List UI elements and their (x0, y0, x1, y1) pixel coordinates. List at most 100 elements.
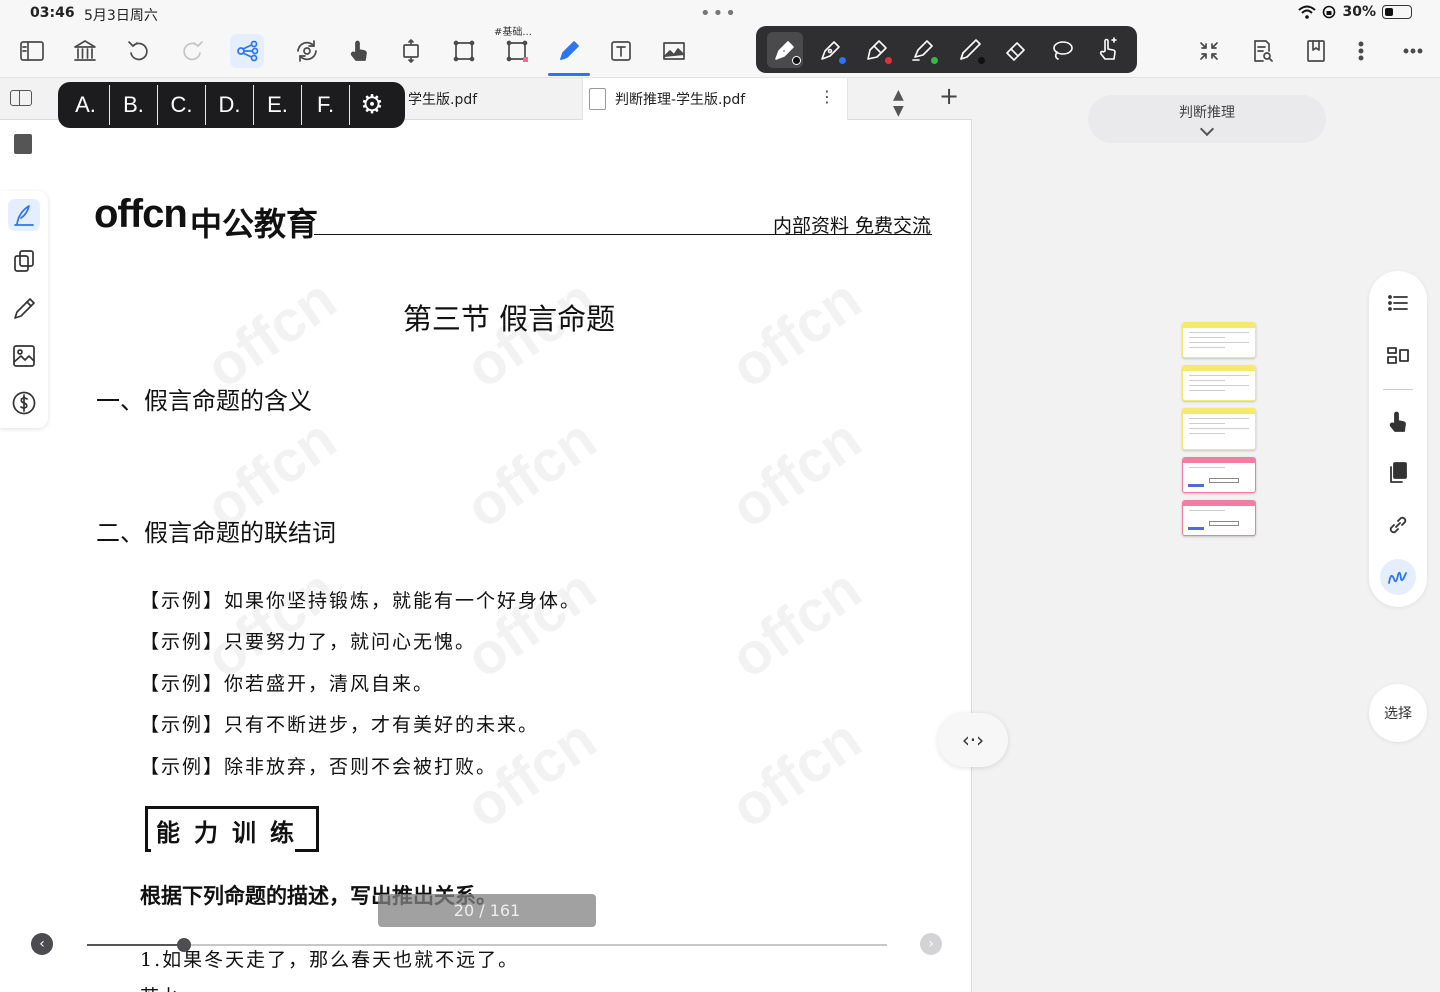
gear-icon[interactable]: ⚙ (350, 85, 394, 125)
mindmap-card-list (1182, 322, 1256, 543)
layout-icon[interactable] (1382, 340, 1414, 372)
status-time: 03:46 (30, 5, 75, 21)
undo-icon[interactable] (122, 34, 156, 68)
tab-label: 判断推理-学生版.pdf (615, 92, 746, 108)
pen-color-dot (885, 56, 893, 64)
watermark-text: offcn (719, 406, 873, 541)
duplicate-icon[interactable] (1382, 457, 1414, 489)
document-icon (589, 88, 606, 110)
pencil-tool-icon[interactable] (8, 293, 40, 325)
chevron-down-icon (1199, 121, 1215, 137)
status-bar: 03:46 5月3日周六 ••• 30% (0, 0, 1440, 26)
status-date: 5月3日周六 (84, 8, 158, 24)
header-note: 内部资料 免费交流 (772, 215, 931, 237)
outline-selector[interactable]: 判断推理 (1088, 95, 1326, 143)
pane-divider-handle[interactable]: ‹·› (938, 713, 1008, 767)
eraser-icon[interactable] (998, 32, 1034, 68)
wifi-icon (1298, 5, 1317, 19)
tab-judgment-pdf[interactable]: 判断推理-学生版.pdf ⋮ (582, 78, 848, 120)
vertical-more-icon[interactable] (1344, 34, 1378, 68)
multitask-dots-icon[interactable]: ••• (700, 3, 738, 24)
dollar-icon[interactable] (8, 387, 40, 419)
watermark-text: offcn (454, 406, 608, 541)
tab-label: 学生版.pdf (408, 92, 478, 108)
highlighter-icon[interactable] (905, 32, 941, 68)
answer-letter-bar: A. B. C. D. E. F. ⚙ (58, 82, 405, 128)
pdf-page[interactable]: offcn offcn offcn offcn offcn offcn offcn offcn… (0, 120, 972, 992)
page-slider-thumb[interactable] (177, 938, 191, 952)
letter-f-button[interactable]: F. (302, 85, 350, 125)
pen-style-icon[interactable] (8, 199, 40, 231)
training-label: 能力训练 (156, 818, 308, 847)
horizontal-more-icon[interactable] (1396, 34, 1430, 68)
rect-select-icon[interactable] (500, 34, 534, 68)
fountain-pen-icon[interactable] (767, 31, 804, 68)
mindmap-card[interactable] (1182, 408, 1256, 450)
mindmap-card[interactable] (1182, 365, 1256, 401)
exercise-item: 1.如果冬天走了，那么春天也就不远了。 (140, 949, 520, 971)
brand-name: 中公教育 (190, 205, 319, 243)
library-icon[interactable] (68, 34, 102, 68)
insert-image-icon[interactable] (8, 340, 40, 372)
collapse-icon[interactable] (1192, 34, 1226, 68)
pencil-icon[interactable] (952, 32, 988, 68)
link-icon[interactable] (1382, 509, 1414, 541)
sync-icon[interactable] (290, 34, 324, 68)
letter-a-button[interactable]: A. (62, 85, 110, 125)
pen-color-dot (931, 56, 939, 64)
hand-icon[interactable] (342, 34, 376, 68)
example-line: 【示例】你若盛开，清风自来。 (140, 673, 435, 695)
lasso-icon[interactable] (1044, 32, 1080, 68)
copy-pages-icon[interactable] (8, 245, 40, 277)
letter-b-button[interactable]: B. (110, 85, 158, 125)
hand-tool-icon[interactable] (1382, 406, 1414, 438)
tab-more-icon[interactable]: ⋮ (819, 87, 835, 106)
touch-draw-icon[interactable] (1090, 32, 1126, 68)
letter-e-button[interactable]: E. (254, 85, 302, 125)
crop-icon[interactable] (447, 34, 481, 68)
mindmap-icon[interactable] (230, 34, 264, 68)
selection-label: #基础... (494, 27, 532, 38)
example-line: 【示例】如果你坚持锻炼，就能有一个好身体。 (140, 590, 582, 612)
sidebar-toggle-icon[interactable] (15, 34, 49, 68)
heading-connectives: 二、假言命题的联结词 (96, 519, 336, 547)
watermark-text: offcn (719, 556, 873, 691)
letter-d-button[interactable]: D. (206, 85, 254, 125)
freehand-icon[interactable] (1380, 559, 1416, 595)
pen-tool-icon[interactable] (813, 32, 849, 68)
bookmark-icon[interactable] (1299, 34, 1333, 68)
image-icon[interactable] (657, 34, 691, 68)
battery-icon (1382, 5, 1412, 19)
list-icon[interactable] (1382, 287, 1414, 319)
pen-color-dot (977, 56, 985, 64)
mindmap-card[interactable] (1182, 500, 1256, 536)
example-line: 【示例】除非放弃，否则不会被打败。 (140, 756, 498, 778)
next-page-button[interactable]: › (920, 933, 942, 955)
heading-meaning: 一、假言命题的含义 (96, 387, 312, 415)
letter-c-button[interactable]: C. (158, 85, 206, 125)
scroll-mode-icon[interactable] (394, 34, 428, 68)
main-toolbar: #基础... (0, 26, 1440, 78)
redo-icon[interactable] (175, 34, 209, 68)
search-doc-icon[interactable] (1245, 34, 1279, 68)
split-view-icon[interactable] (10, 90, 32, 106)
previous-page-button[interactable]: ‹ (31, 933, 53, 955)
app-window: 03:46 5月3日周六 ••• 30% #基础... 学生版.pdf 判断推理… (0, 0, 1440, 992)
watermark-text: offcn (719, 706, 873, 841)
example-line: 【示例】只要努力了，就问心无愧。 (140, 631, 477, 653)
right-tool-rail (1369, 271, 1427, 607)
mindmap-card[interactable] (1182, 457, 1256, 493)
brush-pen-icon[interactable] (859, 32, 895, 68)
mindmap-card[interactable] (1182, 322, 1256, 358)
add-tab-button[interactable]: + (939, 82, 959, 110)
notebook-icon[interactable] (14, 134, 32, 154)
tab-sort-icon[interactable]: ▲ ▼ (893, 87, 904, 119)
select-button[interactable]: 选择 (1369, 684, 1427, 742)
watermark-text: offcn (454, 556, 608, 691)
text-box-icon[interactable] (604, 34, 638, 68)
pen-icon[interactable] (552, 34, 586, 68)
status-indicators: 30% (1298, 4, 1412, 20)
pen-color-dot (839, 56, 847, 64)
active-tool-indicator (548, 73, 590, 76)
page-slider-track[interactable] (87, 944, 887, 946)
